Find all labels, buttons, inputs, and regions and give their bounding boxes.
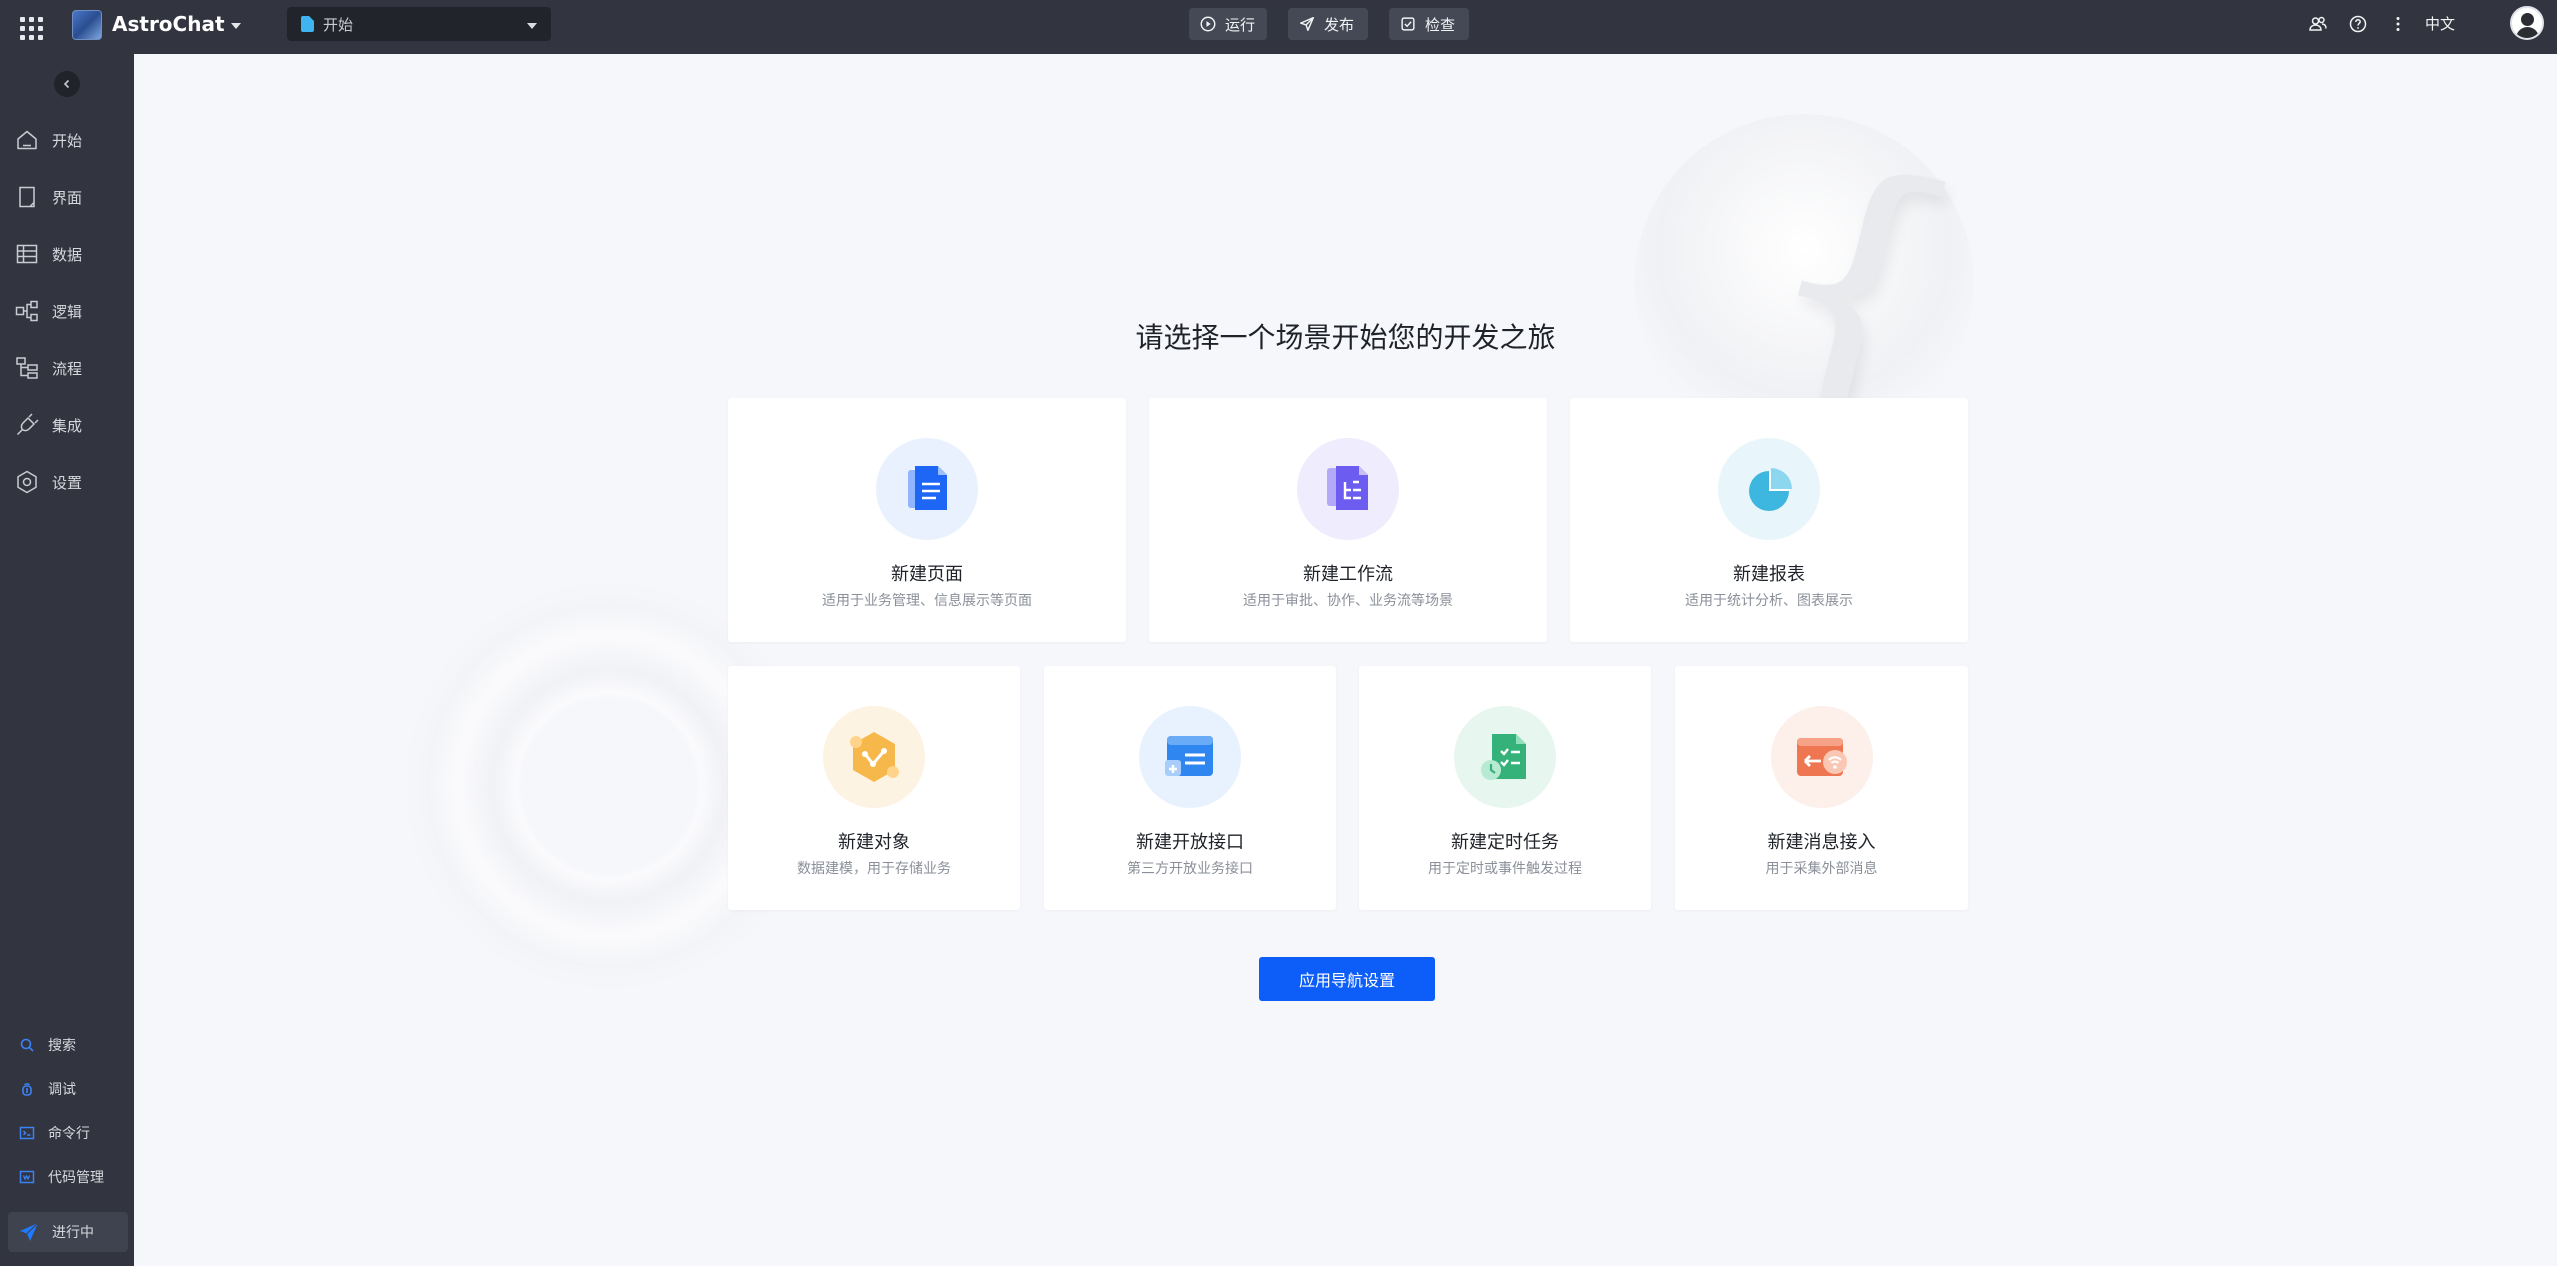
object-hexagon-icon bbox=[823, 706, 925, 808]
page-doc-icon bbox=[876, 438, 978, 540]
main-content: { 请选择一个场景开始您的开发之旅 新建页面 适用于业务管理、信息展示等页面 新… bbox=[134, 54, 2557, 1266]
collapse-sidebar-button[interactable] bbox=[54, 71, 80, 97]
card-title: 新建消息接入 bbox=[1767, 832, 1876, 853]
sidebar-item-label: 逻辑 bbox=[52, 302, 83, 321]
card-desc: 数据建模，用于存储业务 bbox=[797, 861, 951, 877]
settings-icon bbox=[17, 470, 37, 494]
card-new-message-inbound[interactable]: 新建消息接入 用于采集外部消息 bbox=[1675, 666, 1968, 910]
page-select-value: 开始 bbox=[323, 15, 354, 34]
card-desc: 适用于统计分析、图表展示 bbox=[1685, 593, 1853, 609]
card-desc: 适用于业务管理、信息展示等页面 bbox=[822, 593, 1032, 609]
app-navigation-settings-button[interactable]: 应用导航设置 bbox=[1259, 957, 1435, 1001]
card-new-object[interactable]: 新建对象 数据建模，用于存储业务 bbox=[728, 666, 1020, 910]
sidebar-item-label: 数据 bbox=[52, 245, 83, 264]
sidebar-bottom-search[interactable]: 搜索 bbox=[0, 1028, 134, 1062]
app-logo bbox=[72, 10, 102, 40]
card-title: 新建定时任务 bbox=[1451, 832, 1559, 853]
card-new-scheduled-task[interactable]: 新建定时任务 用于定时或事件触发过程 bbox=[1359, 666, 1651, 910]
publish-label: 发布 bbox=[1324, 15, 1355, 34]
sidebar-bottom-code[interactable]: 代码管理 bbox=[0, 1160, 134, 1194]
language-switch[interactable]: 中文 bbox=[2425, 13, 2455, 34]
sidebar-item-start[interactable]: 开始 bbox=[0, 117, 134, 163]
send-icon bbox=[20, 1222, 39, 1241]
run-button[interactable]: 运行 bbox=[1189, 8, 1267, 40]
sidebar-item-label: 界面 bbox=[52, 188, 83, 207]
caret-down-icon bbox=[527, 22, 537, 29]
card-desc: 用于定时或事件触发过程 bbox=[1428, 861, 1582, 877]
publish-button[interactable]: 发布 bbox=[1288, 8, 1368, 40]
card-desc: 用于采集外部消息 bbox=[1765, 861, 1878, 877]
card-new-open-api[interactable]: 新建开放接口 第三方开放业务接口 bbox=[1044, 666, 1336, 910]
send-icon bbox=[1299, 16, 1315, 32]
sidebar-bottom-label: 代码管理 bbox=[48, 1170, 104, 1186]
sidebar: 开始 界面 数据 逻辑 流程 集成 设置 搜索 调试 命令行 代码管理 进行中 bbox=[0, 54, 134, 1266]
sidebar-item-integration[interactable]: 集成 bbox=[0, 402, 134, 448]
search-icon bbox=[20, 1038, 34, 1052]
sidebar-bottom-label: 搜索 bbox=[48, 1038, 76, 1054]
sidebar-bottom-debug[interactable]: 调试 bbox=[0, 1072, 134, 1106]
card-title: 新建页面 bbox=[891, 564, 963, 585]
debug-icon bbox=[22, 1083, 32, 1096]
sidebar-item-label: 集成 bbox=[52, 416, 83, 435]
sidebar-bottom-label: 调试 bbox=[48, 1082, 76, 1098]
card-new-report[interactable]: 新建报表 适用于统计分析、图表展示 bbox=[1570, 398, 1968, 642]
pie-chart-icon bbox=[1718, 438, 1820, 540]
more-vertical-icon[interactable] bbox=[2386, 12, 2410, 36]
home-icon bbox=[17, 130, 37, 150]
page-select[interactable]: 开始 bbox=[287, 7, 551, 41]
card-title: 新建对象 bbox=[838, 832, 910, 853]
code-icon bbox=[19, 1170, 35, 1184]
sidebar-item-label: 开始 bbox=[52, 131, 83, 150]
top-bar: AstroChat 开始 运行 发布 检查 中文 bbox=[0, 0, 2557, 54]
sidebar-bottom-terminal[interactable]: 命令行 bbox=[0, 1116, 134, 1150]
sidebar-item-data[interactable]: 数据 bbox=[0, 231, 134, 277]
run-label: 运行 bbox=[1225, 15, 1256, 34]
page-icon bbox=[19, 186, 35, 208]
card-title: 新建工作流 bbox=[1303, 564, 1393, 585]
check-button[interactable]: 检查 bbox=[1389, 8, 1469, 40]
plug-icon bbox=[16, 413, 39, 436]
card-title: 新建报表 bbox=[1733, 564, 1805, 585]
checkbox-icon bbox=[1401, 17, 1415, 31]
card-desc: 第三方开放业务接口 bbox=[1127, 861, 1253, 877]
sidebar-item-flow[interactable]: 流程 bbox=[0, 345, 134, 391]
terminal-icon bbox=[19, 1126, 35, 1140]
app-name: AstroChat bbox=[112, 12, 225, 36]
app-switcher[interactable]: AstroChat bbox=[112, 12, 241, 36]
check-label: 检查 bbox=[1425, 15, 1456, 34]
app-launcher-icon[interactable] bbox=[16, 13, 43, 40]
users-icon[interactable] bbox=[2306, 12, 2330, 36]
logic-icon bbox=[15, 300, 38, 322]
sidebar-item-logic[interactable]: 逻辑 bbox=[0, 288, 134, 334]
sidebar-item-label: 设置 bbox=[52, 473, 83, 492]
sidebar-bottom-label: 命令行 bbox=[48, 1126, 90, 1142]
sidebar-item-ui[interactable]: 界面 bbox=[0, 174, 134, 220]
file-icon bbox=[301, 16, 314, 32]
workflow-doc-icon bbox=[1297, 438, 1399, 540]
flow-icon bbox=[16, 357, 38, 379]
help-icon[interactable] bbox=[2346, 12, 2370, 36]
page-title: 请选择一个场景开始您的开发之旅 bbox=[1135, 321, 1556, 354]
sidebar-item-label: 流程 bbox=[52, 359, 83, 378]
card-title: 新建开放接口 bbox=[1136, 832, 1244, 853]
running-tasks-button[interactable]: 进行中 bbox=[8, 1212, 128, 1252]
running-label: 进行中 bbox=[52, 1225, 94, 1241]
card-desc: 适用于审批、协作、业务流等场景 bbox=[1243, 593, 1453, 609]
table-icon bbox=[16, 244, 38, 264]
message-inbound-icon bbox=[1770, 706, 1873, 808]
scheduled-task-icon bbox=[1454, 706, 1556, 808]
play-circle-icon bbox=[1200, 16, 1216, 32]
avatar[interactable] bbox=[2510, 6, 2544, 40]
chevron-left-icon bbox=[63, 79, 70, 89]
card-new-page[interactable]: 新建页面 适用于业务管理、信息展示等页面 bbox=[728, 398, 1126, 642]
sidebar-item-settings[interactable]: 设置 bbox=[0, 459, 134, 505]
open-api-icon bbox=[1139, 706, 1241, 808]
caret-down-icon bbox=[230, 22, 241, 29]
card-new-workflow[interactable]: 新建工作流 适用于审批、协作、业务流等场景 bbox=[1149, 398, 1547, 642]
